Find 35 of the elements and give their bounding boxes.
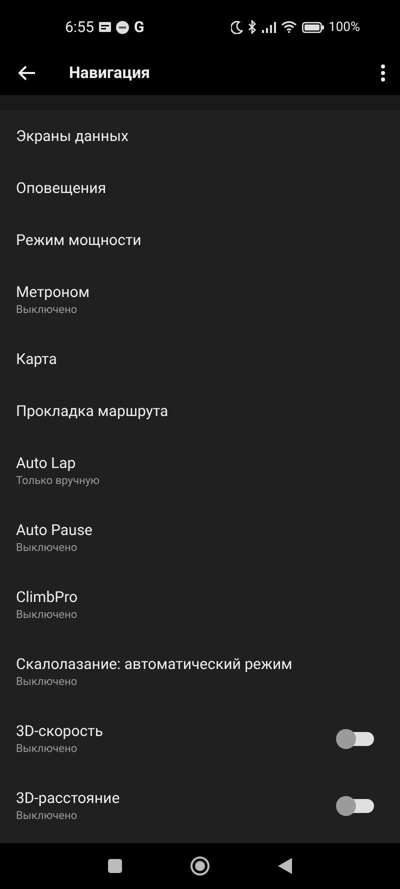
back-arrow-icon[interactable] — [18, 64, 36, 80]
app-badge-icon — [116, 20, 129, 34]
setting-title[interactable]: Auto Pause — [16, 521, 374, 539]
setting-value: Выключено — [16, 303, 78, 316]
more-options-icon[interactable] — [380, 64, 386, 82]
setting-value: Выключено — [16, 809, 78, 822]
home-icon[interactable] — [190, 856, 210, 876]
setting-value: Выключено — [16, 608, 78, 621]
status-time: 6:55 — [65, 18, 94, 36]
setting-title[interactable]: Auto Lap — [16, 454, 374, 472]
recents-icon[interactable] — [108, 859, 122, 873]
back-icon[interactable] — [278, 858, 292, 874]
setting-title[interactable]: Скалолазание: автоматический режим — [16, 655, 374, 673]
setting-title[interactable]: 3D-расстояние — [16, 789, 340, 807]
signal-icon — [262, 22, 276, 32]
moon-icon — [230, 20, 243, 34]
setting-value: Только вручную — [16, 474, 101, 487]
setting-title[interactable]: Оповещения — [16, 179, 374, 197]
setting-title[interactable]: Экраны данных — [16, 127, 374, 145]
app-letter: G — [134, 18, 144, 36]
setting-value: Выключено — [16, 675, 78, 688]
battery-icon — [302, 22, 324, 32]
message-icon — [98, 22, 111, 32]
setting-title[interactable]: Карта — [16, 350, 374, 368]
wifi-icon — [280, 21, 297, 33]
bluetooth-icon — [248, 20, 257, 34]
battery-percent: 100% — [328, 20, 360, 34]
setting-title[interactable]: Прокладка маршрута — [16, 402, 374, 420]
setting-title[interactable]: ClimbPro — [16, 588, 374, 606]
screen-title: Навигация — [69, 63, 150, 82]
setting-title[interactable]: Метроном — [16, 283, 374, 301]
setting-title[interactable]: Режим мощности — [16, 231, 374, 249]
setting-value: Выключено — [16, 541, 78, 554]
setting-title[interactable]: 3D-скорость — [16, 722, 340, 740]
setting-value: Выключено — [16, 742, 78, 755]
